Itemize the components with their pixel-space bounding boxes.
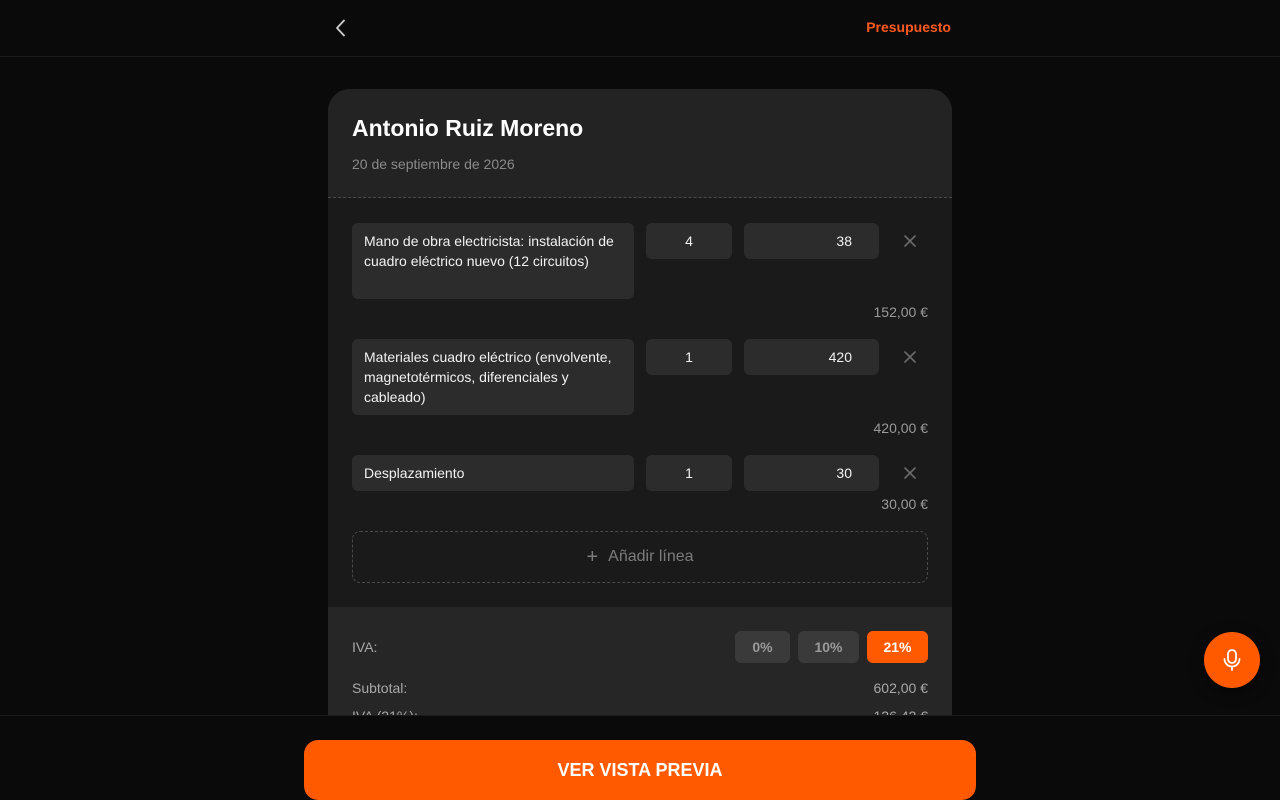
iva-label: IVA: [352,639,378,655]
line-description-input[interactable]: Desplazamiento [352,455,634,491]
line-price-input[interactable]: 420 [744,339,879,375]
quote-header: Antonio Ruiz Moreno 20 de septiembre de … [328,89,952,198]
line-items: Mano de obra electricista: instalación d… [328,198,952,608]
close-icon [904,351,916,363]
line-quantity-input[interactable]: 1 [646,339,732,375]
subtotal-row: Subtotal: 602,00 € [352,680,928,700]
subtotal-value: 602,00 € [873,680,929,696]
line-quantity-input[interactable]: 1 [646,455,732,491]
iva-option-21[interactable]: 21% [867,631,928,663]
line-price-input[interactable]: 38 [744,223,879,259]
quote-card: Antonio Ruiz Moreno 20 de septiembre de … [328,89,952,729]
bottom-bar: VER VISTA PREVIA [0,715,1280,800]
top-bar: Presupuesto [0,0,1280,57]
chevron-left-icon [336,19,345,37]
add-line-label: Añadir línea [608,548,694,565]
client-name: Antonio Ruiz Moreno [352,115,584,141]
line-description-input[interactable]: Mano de obra electricista: instalación d… [352,223,634,299]
remove-line-button[interactable] [900,231,920,251]
remove-line-button[interactable] [900,463,920,483]
voice-input-button[interactable] [1204,632,1260,688]
quote-date: 20 de septiembre de 2026 [352,156,515,172]
iva-options: 0% 10% 21% [735,631,928,663]
iva-row: IVA: 0% 10% 21% [352,631,928,663]
line-quantity-input[interactable]: 4 [646,223,732,259]
close-icon [904,467,916,479]
preview-button[interactable]: VER VISTA PREVIA [304,740,976,800]
close-icon [904,235,916,247]
subtotal-label: Subtotal: [352,680,408,696]
line-total: 152,00 € [873,304,929,320]
microphone-icon [1223,649,1241,671]
line-price-input[interactable]: 30 [744,455,879,491]
add-line-button[interactable]: + Añadir línea [352,531,928,583]
line-total: 30,00 € [881,496,928,512]
line-description-input[interactable]: Materiales cuadro eléctrico (envolvente,… [352,339,634,415]
iva-option-0[interactable]: 0% [735,631,790,663]
page-title: Presupuesto [866,19,951,35]
remove-line-button[interactable] [900,347,920,367]
plus-icon: + [586,545,599,568]
line-total: 420,00 € [873,420,929,436]
back-button[interactable] [328,14,352,42]
iva-option-10[interactable]: 10% [798,631,859,663]
totals-section: IVA: 0% 10% 21% Subtotal: 602,00 € IVA (… [328,607,952,729]
